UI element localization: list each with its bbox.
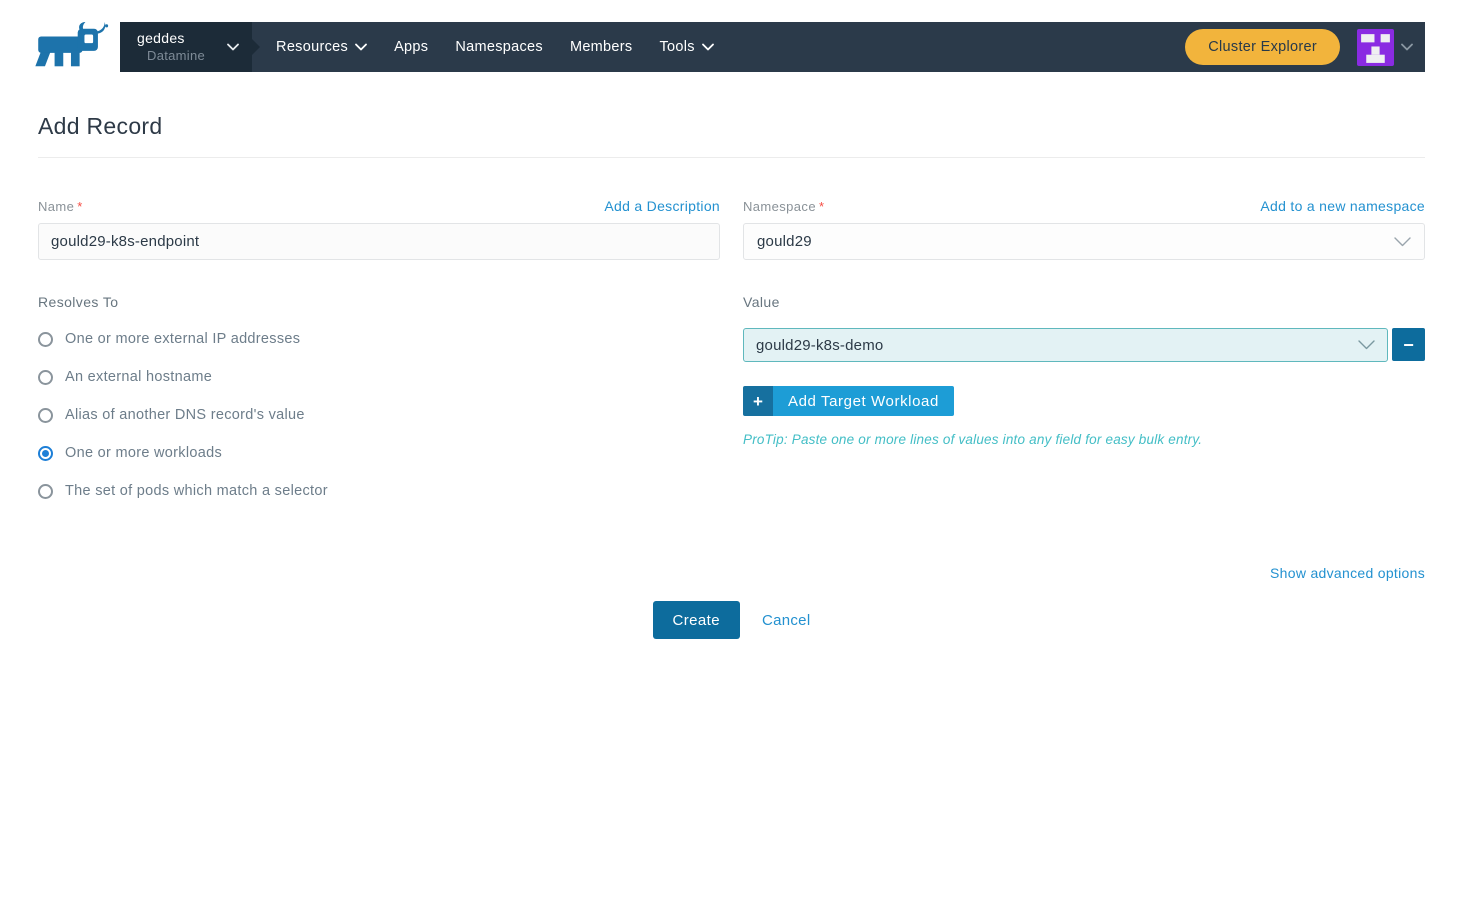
- radio-label: One or more external IP addresses: [65, 331, 300, 347]
- value-label: Value: [743, 294, 1425, 310]
- radio-icon[interactable]: [38, 370, 53, 385]
- nav-item-resources[interactable]: Resources: [276, 39, 367, 55]
- chevron-down-icon: [1358, 340, 1375, 350]
- resolves-option-0[interactable]: One or more external IP addresses: [38, 331, 720, 347]
- create-button[interactable]: Create: [653, 601, 740, 639]
- cluster-project-selector[interactable]: geddes Datamine: [120, 22, 252, 72]
- chevron-down-icon: [1394, 237, 1411, 247]
- add-new-namespace-link[interactable]: Add to a new namespace: [1260, 198, 1425, 214]
- required-asterisk: *: [819, 199, 824, 214]
- nav-item-apps[interactable]: Apps: [394, 39, 428, 55]
- resolves-to-options: One or more external IP addresses An exte…: [38, 331, 720, 499]
- cancel-button[interactable]: Cancel: [762, 612, 811, 629]
- cluster-name: geddes: [137, 29, 205, 47]
- main-content: Add Record Name* Add a Description Names…: [0, 113, 1457, 639]
- advanced-options-row: Show advanced options: [38, 565, 1425, 583]
- namespace-select[interactable]: gould29: [743, 223, 1425, 260]
- namespace-field-group: Namespace* Add to a new namespace gould2…: [743, 195, 1425, 260]
- divider: [38, 157, 1425, 158]
- form-actions: Create Cancel: [38, 601, 1425, 639]
- value-group: Value gould29-k8s-demo − + Add Target Wo…: [743, 294, 1425, 499]
- resolves-option-1[interactable]: An external hostname: [38, 369, 720, 385]
- topbar: geddes Datamine Resources Apps Namespaces M…: [0, 0, 1457, 72]
- radio-icon[interactable]: [38, 484, 53, 499]
- navbar-right: Cluster Explorer: [1185, 29, 1425, 66]
- identicon-icon: [1357, 29, 1394, 66]
- radio-selected-icon[interactable]: [38, 446, 53, 461]
- required-asterisk: *: [77, 199, 82, 214]
- chevron-down-icon: [227, 43, 239, 51]
- form-row-2: Resolves To One or more external IP addr…: [38, 294, 1425, 499]
- rancher-logo[interactable]: [30, 22, 110, 74]
- target-workload-select[interactable]: gould29-k8s-demo: [743, 328, 1388, 362]
- radio-label: One or more workloads: [65, 445, 222, 461]
- nav-item-label: Tools: [659, 39, 694, 55]
- nav-menu: Resources Apps Namespaces Members Tools: [276, 39, 714, 55]
- value-row: gould29-k8s-demo −: [743, 328, 1425, 362]
- radio-label: The set of pods which match a selector: [65, 483, 328, 499]
- page-title: Add Record: [38, 113, 1425, 140]
- namespace-selected-value: gould29: [757, 233, 812, 250]
- user-menu-chevron-icon[interactable]: [1401, 43, 1413, 51]
- name-input[interactable]: [38, 223, 720, 260]
- nav-item-tools[interactable]: Tools: [659, 39, 713, 55]
- rancher-bull-icon: [30, 22, 110, 74]
- protip-text: ProTip: Paste one or more lines of value…: [743, 432, 1425, 447]
- form-row-1: Name* Add a Description Namespace* Add t…: [38, 195, 1425, 260]
- radio-icon[interactable]: [38, 332, 53, 347]
- project-name: Datamine: [137, 48, 205, 65]
- radio-label: Alias of another DNS record's value: [65, 407, 305, 423]
- cluster-explorer-button[interactable]: Cluster Explorer: [1185, 29, 1340, 65]
- show-advanced-options-link[interactable]: Show advanced options: [1270, 565, 1425, 581]
- nav-item-label: Members: [570, 39, 633, 55]
- chevron-down-icon: [702, 43, 714, 51]
- nav-item-namespaces[interactable]: Namespaces: [455, 39, 543, 55]
- resolves-option-2[interactable]: Alias of another DNS record's value: [38, 407, 720, 423]
- add-description-link[interactable]: Add a Description: [604, 198, 720, 214]
- add-target-workload-button[interactable]: + Add Target Workload: [743, 386, 954, 416]
- main-navbar: geddes Datamine Resources Apps Namespaces M…: [120, 22, 1425, 72]
- nav-item-label: Resources: [276, 39, 348, 55]
- minus-icon: −: [1403, 336, 1414, 354]
- resolves-option-4[interactable]: The set of pods which match a selector: [38, 483, 720, 499]
- resolves-to-label: Resolves To: [38, 294, 720, 310]
- nav-item-members[interactable]: Members: [570, 39, 633, 55]
- nav-item-label: Apps: [394, 39, 428, 55]
- user-avatar[interactable]: [1357, 29, 1394, 66]
- add-target-workload-label: Add Target Workload: [773, 386, 954, 416]
- name-field-group: Name* Add a Description: [38, 195, 720, 260]
- target-workload-selected-value: gould29-k8s-demo: [756, 337, 883, 354]
- cluster-project-text: geddes Datamine: [137, 29, 205, 64]
- chevron-down-icon: [355, 43, 367, 51]
- radio-icon[interactable]: [38, 408, 53, 423]
- name-label: Name*: [38, 199, 83, 214]
- nav-item-label: Namespaces: [455, 39, 543, 55]
- radio-label: An external hostname: [65, 369, 212, 385]
- app-root: geddes Datamine Resources Apps Namespaces M…: [0, 0, 1457, 639]
- resolves-option-3[interactable]: One or more workloads: [38, 445, 720, 461]
- plus-icon: +: [743, 386, 773, 416]
- resolves-to-group: Resolves To One or more external IP addr…: [38, 294, 720, 499]
- namespace-label: Namespace*: [743, 199, 824, 214]
- remove-value-button[interactable]: −: [1392, 328, 1425, 361]
